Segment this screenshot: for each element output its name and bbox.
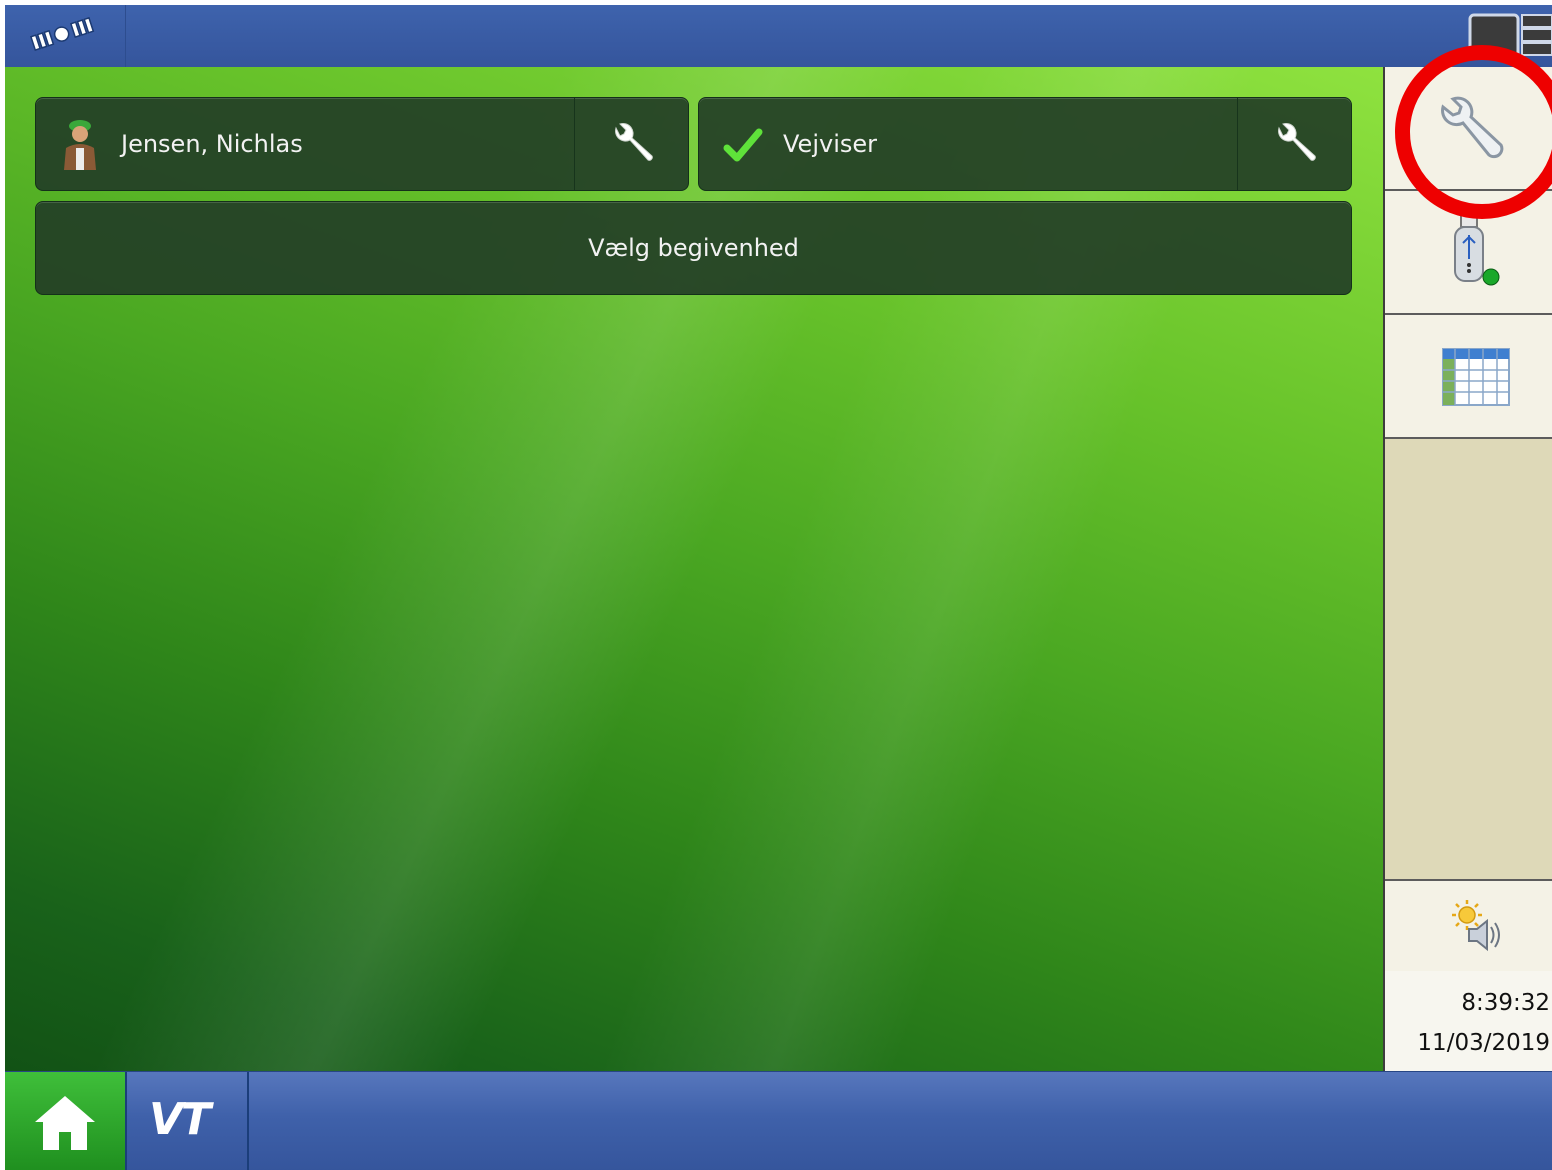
operator-settings-button[interactable] — [576, 98, 688, 190]
clock-display: 8:39:32 11/03/2019 — [1385, 971, 1552, 1071]
guidance-settings-button[interactable] — [1239, 98, 1351, 190]
wrench-icon — [1278, 123, 1316, 161]
brightness-volume-button[interactable] — [1385, 879, 1552, 973]
clock-time: 8:39:32 — [1461, 990, 1550, 1016]
wrench-icon — [615, 123, 653, 161]
home-icon — [35, 1096, 95, 1150]
top-bar — [5, 5, 1552, 68]
operator-avatar-icon — [64, 120, 96, 170]
data-table-button[interactable] — [1385, 315, 1552, 439]
panel-divider — [1237, 98, 1238, 190]
data-table-icon — [1442, 348, 1510, 406]
home-button[interactable] — [5, 1072, 127, 1170]
brightness-volume-icon — [1452, 900, 1500, 952]
logo-cell — [5, 5, 126, 67]
panel-divider — [574, 98, 575, 190]
operator-name: Jensen, Nichlas — [121, 130, 303, 158]
operator-panel[interactable]: Jensen, Nichlas — [35, 97, 689, 191]
clock-date: 11/03/2019 — [1417, 1030, 1550, 1056]
guidance-label: Vejviser — [783, 130, 877, 158]
guidance-panel[interactable]: Vejviser — [698, 97, 1352, 191]
select-event-button[interactable]: Vælg begivenhed — [35, 201, 1352, 295]
vt-label: VT — [149, 1094, 211, 1145]
select-event-label: Vælg begivenhed — [588, 234, 799, 262]
display-frame: Jensen, Nichlas Vejviser Vælg begivenhed — [5, 5, 1552, 1170]
home-screen: Jensen, Nichlas Vejviser Vælg begivenhed — [5, 67, 1383, 1071]
brand-logo-icon — [30, 16, 95, 51]
bottom-bar: VT — [5, 1071, 1552, 1170]
usb-drive-icon — [1454, 214, 1500, 286]
green-checkmark-icon — [723, 128, 763, 162]
virtual-terminal-button[interactable]: VT — [127, 1072, 249, 1170]
